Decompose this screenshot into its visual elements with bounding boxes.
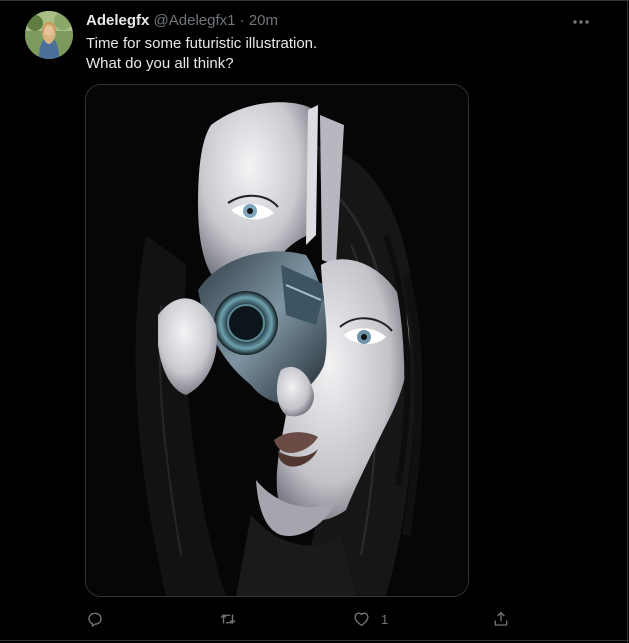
tweet-text: Time for some futuristic illustration. W… — [86, 34, 566, 74]
frame-right-border — [627, 0, 628, 643]
reply-icon — [88, 612, 102, 627]
like-button[interactable]: 1 — [352, 608, 388, 630]
frame-top-border — [0, 0, 629, 1]
heart-icon — [354, 612, 369, 627]
retweet-icon — [220, 614, 236, 624]
author-display-name[interactable]: Adelegfx — [86, 12, 149, 29]
share-button[interactable] — [492, 608, 510, 630]
author-handle[interactable]: @Adelegfx1 — [154, 12, 236, 29]
header-separator: · — [239, 12, 245, 29]
more-dots-icon — [573, 20, 589, 24]
tweet-media[interactable] — [85, 84, 469, 597]
like-count: 1 — [381, 611, 389, 627]
tweet-timestamp[interactable]: 20m — [249, 12, 278, 29]
tweet-text-line: Time for some futuristic illustration. — [86, 35, 318, 52]
avatar[interactable] — [25, 11, 73, 59]
share-icon — [494, 611, 508, 626]
reply-button[interactable] — [86, 608, 104, 630]
tweet-header: Adelegfx @Adelegfx1 · 20m — [86, 11, 278, 31]
more-options-button[interactable] — [569, 10, 593, 34]
frame-bottom-border — [0, 640, 629, 641]
retweet-button[interactable] — [218, 608, 238, 630]
avatar-image — [25, 11, 73, 59]
illustration-image — [86, 85, 468, 596]
tweet-text-line: What do you all think? — [86, 55, 234, 72]
